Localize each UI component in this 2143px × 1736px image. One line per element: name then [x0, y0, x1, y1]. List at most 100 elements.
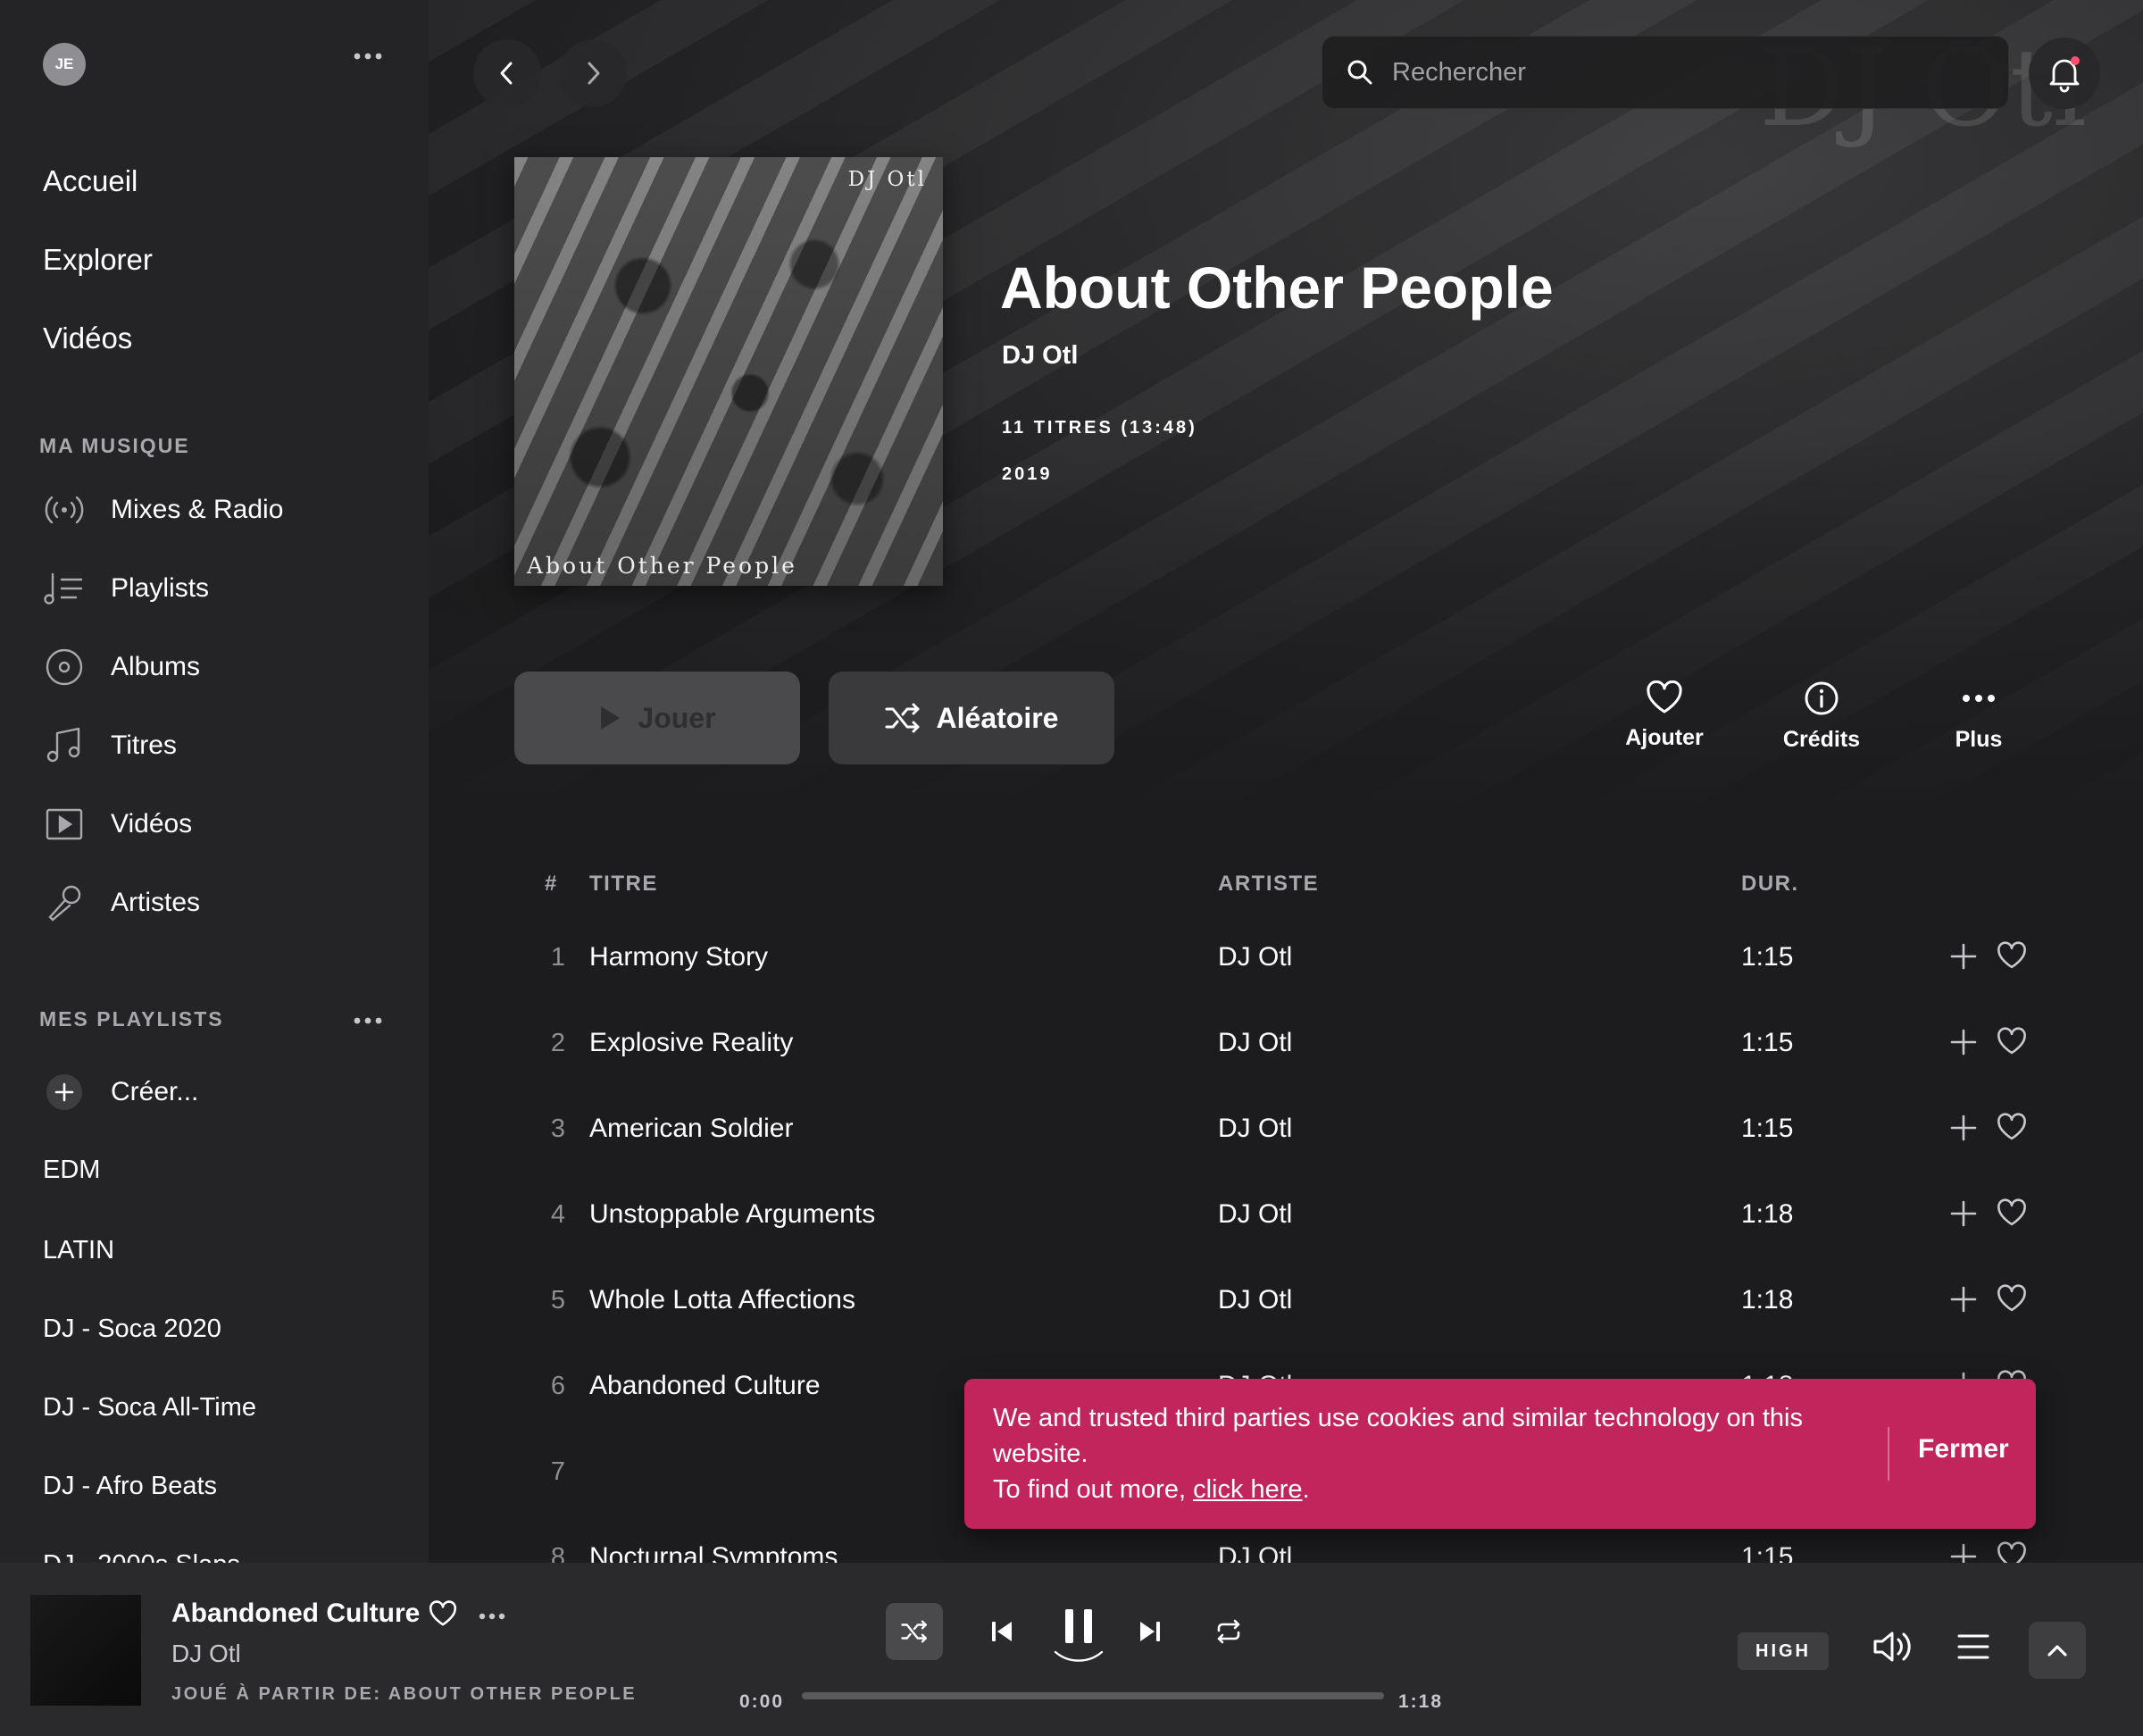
heart-icon[interactable]	[1997, 1113, 2027, 1141]
track-row[interactable]: 2 Explosive Reality DJ Otl 1:15	[429, 1000, 2143, 1086]
now-playing-artwork[interactable]	[30, 1595, 141, 1706]
heart-icon[interactable]	[1997, 941, 2027, 970]
heart-icon[interactable]	[1997, 1198, 2027, 1227]
pause-button[interactable]	[1036, 1588, 1122, 1673]
progress-bar[interactable]	[802, 1692, 1384, 1699]
chevron-left-icon	[496, 60, 518, 87]
heart-icon[interactable]	[1997, 1027, 2027, 1056]
playlists-more-icon[interactable]	[354, 1016, 382, 1025]
column-header-duration[interactable]: DUR.	[1741, 872, 1799, 897]
radio-icon	[43, 488, 86, 531]
track-title[interactable]: Harmony Story	[589, 914, 768, 1000]
track-artist[interactable]: DJ Otl	[1218, 914, 1292, 1000]
add-to-playlist-icon[interactable]	[1948, 1113, 1979, 1143]
cookie-close-button[interactable]: Fermer	[1918, 1434, 2009, 1465]
sidebar-playlist-item[interactable]: DJ - 2000s Slaps	[43, 1550, 240, 1563]
search-bar[interactable]	[1322, 36, 2009, 109]
forward-button[interactable]	[559, 39, 627, 107]
add-to-favorites-button[interactable]: Ajouter	[1602, 680, 1727, 751]
track-title[interactable]: Whole Lotta Affections	[589, 1257, 855, 1343]
credits-button[interactable]: Crédits	[1759, 680, 1884, 753]
nav-home[interactable]: Accueil	[43, 164, 138, 198]
track-title[interactable]: Unstoppable Arguments	[589, 1172, 875, 1257]
heart-icon	[429, 1600, 457, 1627]
track-row[interactable]: 5 Whole Lotta Affections DJ Otl 1:18	[429, 1257, 2143, 1343]
notifications-button[interactable]	[2029, 38, 2100, 109]
more-icon[interactable]	[354, 52, 382, 61]
sidebar-playlist-item[interactable]: DJ - Soca All-Time	[43, 1393, 256, 1423]
repeat-button[interactable]	[1200, 1603, 1257, 1660]
sidebar-item-albums[interactable]: Albums	[43, 645, 200, 689]
nav-explore[interactable]: Explorer	[43, 243, 153, 277]
cover-artist-text: DJ Otl	[847, 168, 927, 191]
album-artist-link[interactable]: DJ Otl	[1002, 341, 1078, 371]
column-header-artist[interactable]: ARTISTE	[1218, 872, 1319, 897]
track-title[interactable]: American Soldier	[589, 1086, 793, 1172]
audio-quality-button[interactable]: HIGH	[1738, 1632, 1829, 1670]
add-to-playlist-icon[interactable]	[1948, 941, 1979, 972]
track-artist[interactable]: DJ Otl	[1218, 1257, 1292, 1343]
play-button[interactable]: Jouer	[514, 672, 800, 764]
queue-button[interactable]	[1957, 1632, 1989, 1661]
now-playing-source[interactable]: JOUÉ À PARTIR DE: ABOUT OTHER PEOPLE	[171, 1684, 637, 1705]
sidebar-item-mixes-radio[interactable]: Mixes & Radio	[43, 488, 283, 532]
track-duration: 1:15	[1741, 942, 1794, 972]
create-playlist-button[interactable]: Créer...	[43, 1070, 198, 1114]
video-icon	[43, 803, 86, 846]
track-title[interactable]: Abandoned Culture	[589, 1343, 821, 1429]
add-to-playlist-icon[interactable]	[1948, 1027, 1979, 1057]
track-row[interactable]: 4 Unstoppable Arguments DJ Otl 1:18	[429, 1172, 2143, 1257]
column-header-title[interactable]: TITRE	[589, 872, 658, 897]
sidebar-item-label: Vidéos	[111, 809, 193, 839]
plus-circle-icon	[43, 1071, 86, 1114]
heart-icon[interactable]	[1997, 1541, 2027, 1563]
nav-videos[interactable]: Vidéos	[43, 321, 132, 355]
album-track-count: 11 TITRES (13:48)	[1002, 418, 1197, 438]
sidebar-playlist-item[interactable]: EDM	[43, 1156, 100, 1185]
sidebar-playlist-item[interactable]: LATIN	[43, 1236, 114, 1265]
track-artist[interactable]: DJ Otl	[1218, 1000, 1292, 1086]
track-row[interactable]: 3 American Soldier DJ Otl 1:15	[429, 1086, 2143, 1172]
cookie-text-suffix: .	[1302, 1475, 1310, 1504]
back-button[interactable]	[473, 39, 541, 107]
heart-icon[interactable]	[1997, 1284, 2027, 1313]
search-input[interactable]	[1392, 57, 1999, 88]
cookie-text-prefix: To find out more,	[993, 1475, 1194, 1504]
track-duration: 1:15	[1741, 1114, 1794, 1143]
my-music-heading: MA MUSIQUE	[39, 434, 190, 457]
add-to-playlist-icon[interactable]	[1948, 1284, 1979, 1315]
now-playing-favorite-button[interactable]	[429, 1600, 457, 1627]
previous-track-button[interactable]	[973, 1603, 1030, 1660]
track-title[interactable]: Explosive Reality	[589, 1000, 793, 1086]
skip-next-icon	[1138, 1619, 1163, 1644]
expand-player-button[interactable]	[2029, 1622, 2086, 1679]
cookie-banner: We and trusted third parties use cookies…	[964, 1379, 2036, 1529]
player-shuffle-button[interactable]	[886, 1603, 943, 1660]
track-artist[interactable]: DJ Otl	[1218, 1086, 1292, 1172]
add-label: Ajouter	[1625, 725, 1704, 750]
track-artist[interactable]: DJ Otl	[1218, 1172, 1292, 1257]
add-to-playlist-icon[interactable]	[1948, 1198, 1979, 1229]
info-icon	[1804, 680, 1839, 716]
more-options-button[interactable]: Plus	[1916, 680, 2041, 753]
track-number: 8	[550, 1543, 566, 1563]
track-number: 7	[550, 1457, 566, 1486]
sidebar-playlist-item[interactable]: DJ - Afro Beats	[43, 1472, 217, 1501]
now-playing-artist[interactable]: DJ Otl	[171, 1640, 241, 1668]
sidebar-item-playlists[interactable]: Playlists	[43, 566, 209, 611]
sidebar-item-titles[interactable]: Titres	[43, 723, 177, 768]
track-row[interactable]: 1 Harmony Story DJ Otl 1:15	[429, 914, 2143, 1000]
track-title[interactable]: Nocturnal Symptoms	[589, 1515, 838, 1563]
sidebar-playlist-item[interactable]: DJ - Soca 2020	[43, 1315, 221, 1344]
add-to-playlist-icon[interactable]	[1948, 1541, 1979, 1563]
shuffle-button[interactable]: Aléatoire	[829, 672, 1114, 764]
now-playing-more-button[interactable]	[479, 1613, 505, 1620]
cookie-more-info-link[interactable]: click here	[1193, 1475, 1303, 1504]
next-track-button[interactable]	[1122, 1603, 1179, 1660]
avatar[interactable]: JE	[43, 43, 86, 86]
sidebar-item-artists[interactable]: Artistes	[43, 881, 200, 925]
now-playing-title[interactable]: Abandoned Culture	[171, 1598, 420, 1629]
sidebar-item-videos[interactable]: Vidéos	[43, 802, 192, 847]
track-number: 2	[550, 1029, 566, 1057]
volume-button[interactable]	[1872, 1627, 1914, 1666]
